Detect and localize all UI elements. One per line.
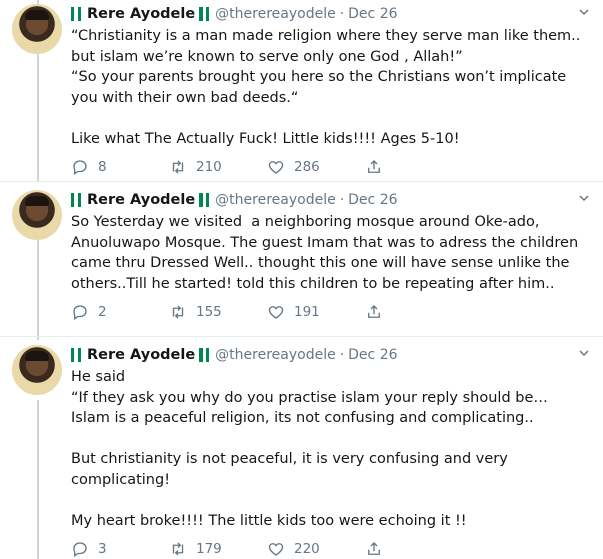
tweet-actions: 3 179 220 xyxy=(71,539,591,559)
nigeria-flag-icon xyxy=(199,193,211,207)
divider xyxy=(0,336,603,337)
reply-icon xyxy=(71,158,89,176)
display-name[interactable]: Rere Ayodele xyxy=(87,345,195,365)
nigeria-flag-icon xyxy=(71,7,83,21)
nigeria-flag-icon xyxy=(71,348,83,362)
tweet-header: Rere Ayodele @therereayodele · Dec 26 xyxy=(71,190,591,210)
reply-button[interactable]: 3 xyxy=(71,540,169,558)
heart-icon xyxy=(267,158,285,176)
user-handle[interactable]: @therereayodele xyxy=(215,4,336,24)
retweet-button[interactable]: 179 xyxy=(169,540,267,558)
separator-dot: · xyxy=(339,192,345,208)
tweet[interactable]: Rere Ayodele @therereayodele · Dec 26 He… xyxy=(0,345,603,559)
avatar[interactable] xyxy=(12,345,62,395)
nigeria-flag-icon xyxy=(71,193,83,207)
avatar[interactable] xyxy=(12,4,62,54)
tweet-header: Rere Ayodele @therereayodele · Dec 26 xyxy=(71,4,591,24)
display-name[interactable]: Rere Ayodele xyxy=(87,190,195,210)
share-button[interactable] xyxy=(365,158,383,176)
share-button[interactable] xyxy=(365,303,383,321)
retweet-icon xyxy=(169,303,187,321)
like-button[interactable]: 191 xyxy=(267,303,365,321)
tweet-date[interactable]: Dec 26 xyxy=(348,4,397,24)
user-handle[interactable]: @therereayodele xyxy=(215,345,336,365)
retweet-button[interactable]: 210 xyxy=(169,158,267,176)
retweet-count: 179 xyxy=(196,541,222,557)
reply-icon xyxy=(71,303,89,321)
separator-dot: · xyxy=(339,6,345,22)
like-count: 220 xyxy=(294,541,320,557)
reply-count: 3 xyxy=(98,541,107,557)
separator-dot: · xyxy=(339,347,345,363)
reply-icon xyxy=(71,540,89,558)
share-icon xyxy=(365,303,383,321)
display-name[interactable]: Rere Ayodele xyxy=(87,4,195,24)
like-count: 191 xyxy=(294,304,320,320)
tweet-actions: 2 155 191 xyxy=(71,302,591,322)
tweet[interactable]: Rere Ayodele @therereayodele · Dec 26 “C… xyxy=(0,0,603,181)
retweet-icon xyxy=(169,158,187,176)
retweet-icon xyxy=(169,540,187,558)
tweet-text: “Christianity is a man made religion whe… xyxy=(71,28,581,147)
share-icon xyxy=(365,540,383,558)
chevron-down-icon[interactable] xyxy=(577,192,591,206)
chevron-down-icon[interactable] xyxy=(577,6,591,20)
heart-icon xyxy=(267,540,285,558)
tweet-date[interactable]: Dec 26 xyxy=(348,190,397,210)
reply-button[interactable]: 2 xyxy=(71,303,169,321)
share-icon xyxy=(365,158,383,176)
divider xyxy=(0,181,603,182)
reply-button[interactable]: 8 xyxy=(71,158,169,176)
user-handle[interactable]: @therereayodele xyxy=(215,190,336,210)
reply-count: 2 xyxy=(98,304,107,320)
avatar[interactable] xyxy=(12,190,62,240)
nigeria-flag-icon xyxy=(199,7,211,21)
retweet-count: 210 xyxy=(196,159,222,175)
tweet-text: He said “If they ask you why do you prac… xyxy=(71,369,548,529)
like-button[interactable]: 220 xyxy=(267,540,365,558)
like-count: 286 xyxy=(294,159,320,175)
tweet[interactable]: Rere Ayodele @therereayodele · Dec 26 So… xyxy=(0,190,603,336)
tweet-date[interactable]: Dec 26 xyxy=(348,345,397,365)
tweet-text: So Yesterday we visited a neighboring mo… xyxy=(71,214,583,292)
retweet-count: 155 xyxy=(196,304,222,320)
chevron-down-icon[interactable] xyxy=(577,347,591,361)
like-button[interactable]: 286 xyxy=(267,158,365,176)
share-button[interactable] xyxy=(365,540,383,558)
tweet-header: Rere Ayodele @therereayodele · Dec 26 xyxy=(71,345,591,365)
reply-count: 8 xyxy=(98,159,107,175)
nigeria-flag-icon xyxy=(199,348,211,362)
tweet-actions: 8 210 286 xyxy=(71,157,591,177)
heart-icon xyxy=(267,303,285,321)
retweet-button[interactable]: 155 xyxy=(169,303,267,321)
